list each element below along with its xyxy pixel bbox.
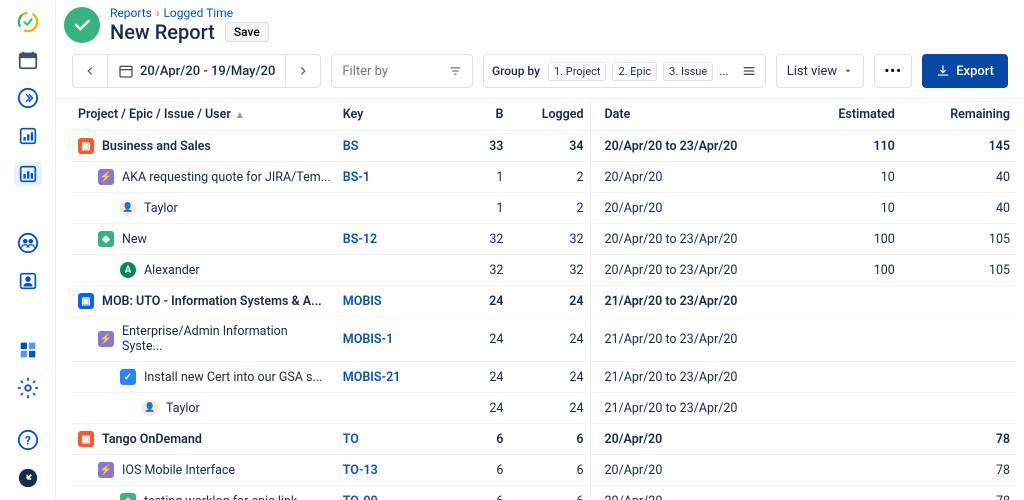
page-header: Reports›Logged Time New ReportSave xyxy=(56,0,1024,50)
table-row[interactable]: AAlexander323220/Apr/20 to 23/Apr/201001… xyxy=(72,255,1016,286)
table-row[interactable]: 👤Taylor242421/Apr/20 to 23/Apr/20 xyxy=(72,393,1016,424)
user-icon[interactable] xyxy=(14,269,42,293)
report-table: Project / Epic / Issue / User▲ Key B Log… xyxy=(72,99,1016,500)
group-by-control[interactable]: Group by 1. Project 2. Epic 3. Issue ... xyxy=(483,54,766,88)
settings-icon[interactable] xyxy=(14,376,42,400)
logo-icon[interactable] xyxy=(14,10,42,34)
date-range-picker[interactable]: 20/Apr/20 - 19/May/20 xyxy=(108,63,285,79)
view-mode-dropdown[interactable]: List view xyxy=(776,54,864,88)
pin-icon[interactable] xyxy=(14,466,42,490)
calendar-icon[interactable] xyxy=(14,48,42,72)
reports-icon[interactable] xyxy=(14,124,42,148)
prev-period-button[interactable] xyxy=(73,55,107,87)
app-sidebar: ? xyxy=(0,0,56,500)
breadcrumb[interactable]: Reports›Logged Time xyxy=(110,6,1008,20)
table-row[interactable]: ⚡Enterprise/Admin Information Syste...MO… xyxy=(72,317,1016,362)
col-remaining[interactable]: Remaining xyxy=(901,99,1016,131)
table-row[interactable]: 👤Taylor1220/Apr/201040 xyxy=(72,193,1016,224)
col-date[interactable]: Date xyxy=(590,99,786,131)
col-name[interactable]: Project / Epic / Issue / User▲ xyxy=(72,99,337,131)
col-key[interactable]: Key xyxy=(337,99,441,131)
svg-text:?: ? xyxy=(25,434,31,448)
download-icon xyxy=(936,64,950,78)
table-row[interactable]: ▣Business and SalesBS333420/Apr/20 to 23… xyxy=(72,131,1016,162)
col-b[interactable]: B xyxy=(440,99,509,131)
caret-down-icon xyxy=(843,66,853,76)
report-active-icon[interactable] xyxy=(14,162,42,186)
help-icon[interactable]: ? xyxy=(14,428,42,452)
table-row[interactable]: ⚡IOS Mobile InterfaceTO-136620/Apr/2078 xyxy=(72,455,1016,486)
group-chip-2[interactable]: 2. Epic xyxy=(612,62,657,81)
page-title: New ReportSave xyxy=(110,20,1008,44)
group-chip-1[interactable]: 1. Project xyxy=(548,62,606,81)
filter-input[interactable] xyxy=(342,64,449,79)
expand-icon[interactable] xyxy=(14,86,42,110)
apps-icon[interactable] xyxy=(14,338,42,362)
filter-icon[interactable] xyxy=(449,64,462,78)
group-more[interactable]: ... xyxy=(719,64,729,78)
list-lines-icon xyxy=(741,63,757,79)
calendar-small-icon xyxy=(118,63,134,79)
sort-asc-icon: ▲ xyxy=(235,110,245,121)
check-badge-icon xyxy=(64,7,100,43)
more-actions-button[interactable]: ••• xyxy=(874,54,912,88)
save-button[interactable]: Save xyxy=(225,22,269,42)
col-logged[interactable]: Logged xyxy=(509,99,590,131)
table-row[interactable]: ▣Tango OnDemandTO6620/Apr/2078 xyxy=(72,424,1016,455)
toolbar: 20/Apr/20 - 19/May/20 Group by 1. Projec… xyxy=(56,50,1024,99)
export-button[interactable]: Export xyxy=(922,54,1008,88)
filter-input-group xyxy=(331,54,473,88)
col-estimated[interactable]: Estimated xyxy=(786,99,901,131)
table-row[interactable]: ⚡AKA requesting quote for JIRA/Tem...BS-… xyxy=(72,162,1016,193)
group-chip-3[interactable]: 3. Issue xyxy=(663,62,713,81)
table-row[interactable]: ◆NewBS-12323220/Apr/20 to 23/Apr/2010010… xyxy=(72,224,1016,255)
team-icon[interactable] xyxy=(14,231,42,255)
table-row[interactable]: ◆testing worklog for epic linkTO-996620/… xyxy=(72,486,1016,500)
table-row[interactable]: ▣MOB: UTO - Information Systems & A...MO… xyxy=(72,286,1016,317)
next-period-button[interactable] xyxy=(286,55,320,87)
table-row[interactable]: ✓Install new Cert into our GSA s...MOBIS… xyxy=(72,362,1016,393)
